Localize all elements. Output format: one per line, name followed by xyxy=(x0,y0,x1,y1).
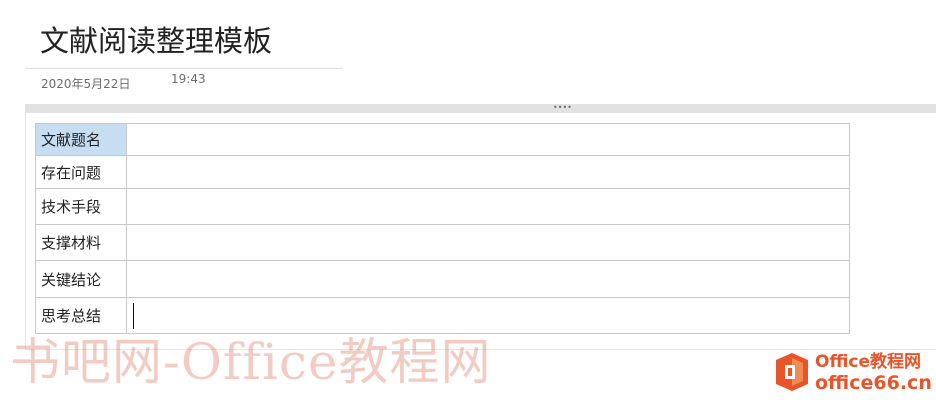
table-label-cell[interactable]: 思考总结 xyxy=(35,297,127,334)
table-label-cell[interactable]: 关键结论 xyxy=(35,260,127,298)
title-divider xyxy=(25,68,343,69)
table-row: 文献题名 xyxy=(35,123,850,156)
table-label-cell[interactable]: 文献题名 xyxy=(35,123,127,156)
table-value-cell-active[interactable] xyxy=(126,297,850,334)
table-row: 思考总结 xyxy=(35,297,850,334)
table-row: 关键结论 xyxy=(35,260,850,298)
outline-drag-bar[interactable]: •••• xyxy=(25,104,936,113)
table-label-cell[interactable]: 支撑材料 xyxy=(35,224,127,261)
office-logo-icon xyxy=(776,353,808,391)
table-row: 支撑材料 xyxy=(35,224,850,261)
text-cursor xyxy=(133,302,134,329)
table-label-cell[interactable]: 技术手段 xyxy=(35,188,127,225)
logo-brand-text: Office教程网 xyxy=(815,352,922,372)
page-time: 19:43 xyxy=(171,72,206,86)
table-value-cell[interactable] xyxy=(126,188,850,225)
table-value-cell[interactable] xyxy=(126,260,850,298)
table-value-cell[interactable] xyxy=(126,155,850,189)
drag-handle-icon[interactable]: •••• xyxy=(553,104,572,113)
logo-domain-text: office66.cn xyxy=(815,372,932,394)
office-logo: Office教程网 office66.cn xyxy=(773,350,933,396)
table-value-cell[interactable] xyxy=(126,123,850,156)
table-row: 技术手段 xyxy=(35,188,850,225)
watermark-text: 书吧网-Office教程网 xyxy=(10,333,492,391)
page-title[interactable]: 文献阅读整理模板 xyxy=(40,22,272,60)
table-row: 存在问题 xyxy=(35,155,850,189)
literature-table: 文献题名 存在问题 技术手段 支撑材料 关键结论 思考总结 xyxy=(35,123,850,334)
table-value-cell[interactable] xyxy=(126,224,850,261)
table-label-cell[interactable]: 存在问题 xyxy=(35,155,127,189)
page-date: 2020年5月22日 xyxy=(41,77,131,91)
